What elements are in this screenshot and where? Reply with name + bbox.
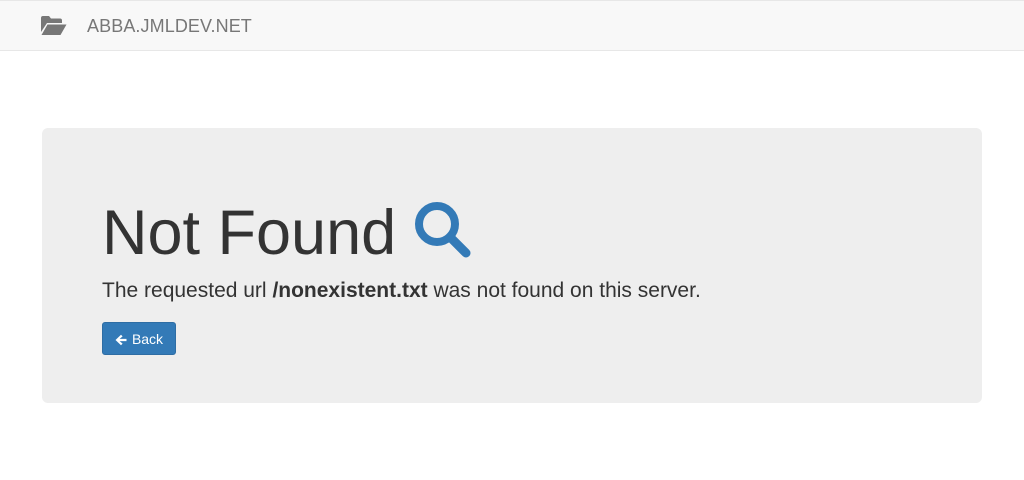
message-suffix: was not found on this server.: [427, 279, 701, 302]
page-title-text: Not Found: [102, 198, 397, 268]
brand-text: ABBA.JMLDEV.NET: [87, 15, 252, 36]
navbar: ABBA.JMLDEV.NET: [0, 0, 1024, 51]
folder-open-icon: [41, 16, 67, 36]
page-title: Not Found: [102, 198, 474, 268]
back-button[interactable]: Back: [102, 322, 176, 355]
brand-link[interactable]: ABBA.JMLDEV.NET: [41, 1, 252, 51]
error-message: The requested url /nonexistent.txt was n…: [102, 279, 701, 303]
arrow-left-icon: [115, 333, 127, 345]
message-prefix: The requested url: [102, 279, 273, 302]
error-panel: Not Found The requested url /nonexistent…: [42, 128, 982, 403]
search-icon: [412, 199, 474, 261]
back-button-label: Back: [131, 330, 164, 347]
requested-url: /nonexistent.txt: [272, 279, 428, 302]
